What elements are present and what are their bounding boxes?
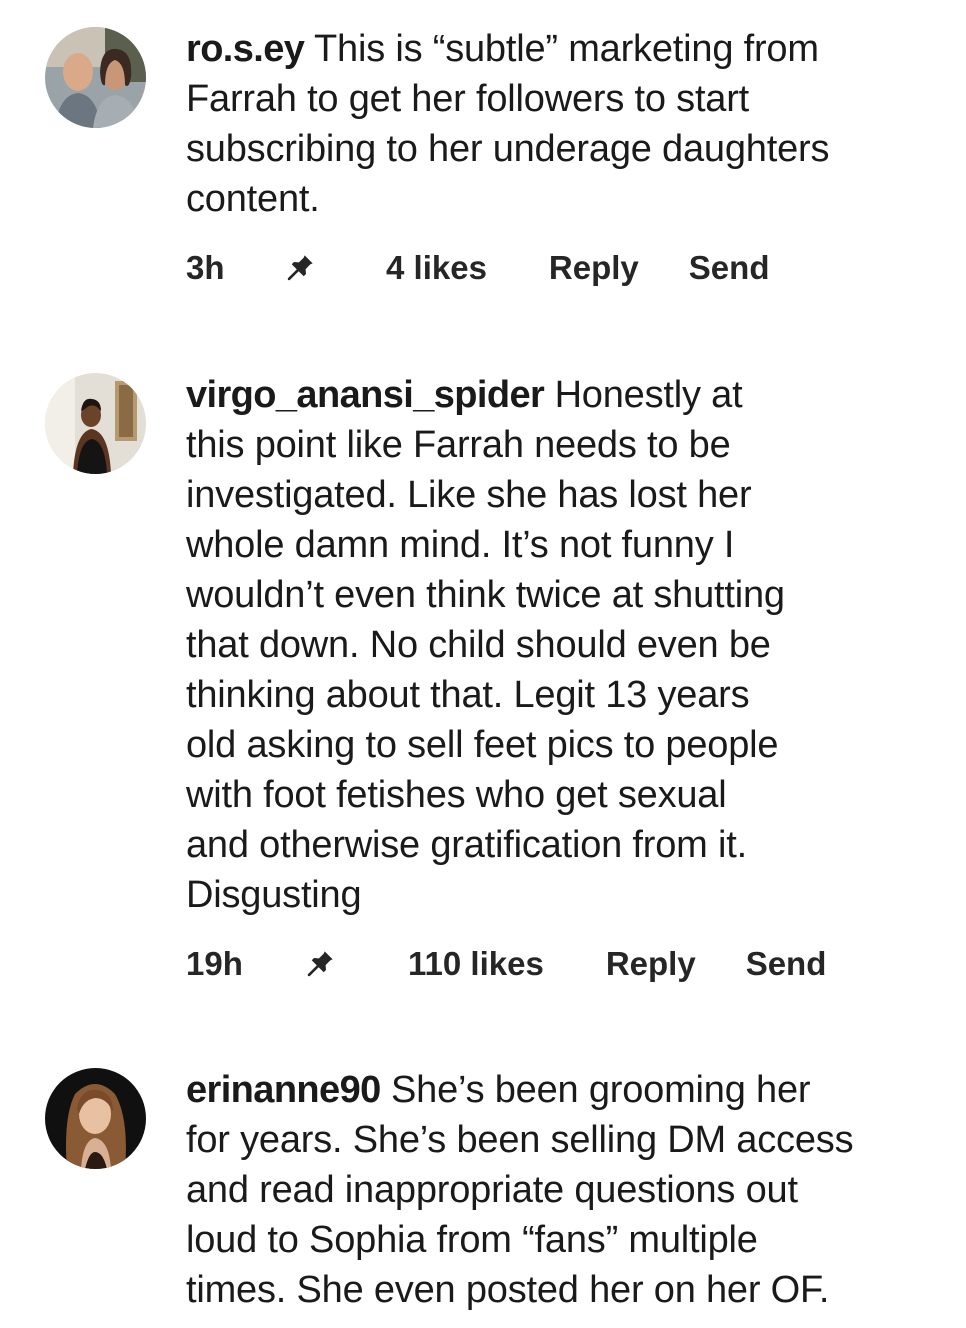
- comment-text: virgo_anansi_spider Honestly at this poi…: [186, 370, 946, 920]
- timestamp: 19h: [186, 945, 243, 982]
- comment-line: old asking to sell feet pics to people: [186, 724, 779, 766]
- comment-line: content.: [186, 178, 320, 220]
- comment-line: times. She even posted her on her OF.: [186, 1269, 830, 1311]
- comment-line: Honestly at: [554, 374, 743, 416]
- username[interactable]: ro.s.ey: [186, 28, 305, 70]
- profile-photo-icon: [45, 27, 146, 128]
- send-button[interactable]: Send: [746, 945, 827, 983]
- comment-line: and read inappropriate questions out: [186, 1169, 798, 1211]
- pin-icon[interactable]: [284, 252, 316, 284]
- reply-button[interactable]: Reply: [549, 249, 639, 287]
- comment-line: that down. No child should even be: [186, 624, 771, 666]
- comment-line: this point like Farrah needs to be: [186, 424, 731, 466]
- send-button[interactable]: Send: [689, 249, 770, 287]
- comment-line: wouldn’t even think twice at shutting: [186, 574, 785, 616]
- comment-text: ro.s.ey This is “subtle” marketing from …: [186, 24, 946, 224]
- comment: ro.s.ey This is “subtle” marketing from …: [0, 0, 966, 300]
- comment-line: for years. She’s been selling DM access: [186, 1119, 854, 1161]
- comment: erinanne90 She’s been grooming her for y…: [0, 1055, 966, 1328]
- avatar[interactable]: [45, 27, 146, 128]
- avatar[interactable]: [45, 1068, 146, 1169]
- comment-actions: 3h 4 likes Reply Send: [186, 248, 769, 288]
- pin-icon[interactable]: [304, 948, 336, 980]
- comment-actions: 19h 110 likes Reply Send: [186, 944, 826, 984]
- comment-line: and otherwise gratification from it.: [186, 824, 747, 866]
- username[interactable]: erinanne90: [186, 1069, 381, 1111]
- comment-line: investigated. Like she has lost her: [186, 474, 752, 516]
- timestamp: 3h: [186, 249, 225, 286]
- profile-photo-icon: [45, 1068, 146, 1169]
- reply-button[interactable]: Reply: [606, 945, 696, 983]
- comment-line: She’s been grooming her: [391, 1069, 811, 1111]
- comment-line: thinking about that. Legit 13 years: [186, 674, 750, 716]
- comment-text: erinanne90 She’s been grooming her for y…: [186, 1065, 946, 1315]
- comment-line: whole damn mind. It’s not funny I: [186, 524, 735, 566]
- profile-photo-icon: [45, 373, 146, 474]
- comment-line: This is “subtle” marketing from: [314, 28, 819, 70]
- likes-count[interactable]: 110 likes: [408, 945, 544, 983]
- comment-line: subscribing to her underage daughters: [186, 128, 830, 170]
- comment-line: with foot fetishes who get sexual: [186, 774, 727, 816]
- avatar[interactable]: [45, 373, 146, 474]
- username[interactable]: virgo_anansi_spider: [186, 374, 545, 416]
- likes-count[interactable]: 4 likes: [386, 249, 487, 287]
- comment-line: Farrah to get her followers to start: [186, 78, 750, 120]
- comment-line: loud to Sophia from “fans” multiple: [186, 1219, 758, 1261]
- comment-line: Disgusting: [186, 874, 362, 916]
- comment: virgo_anansi_spider Honestly at this poi…: [0, 360, 966, 1010]
